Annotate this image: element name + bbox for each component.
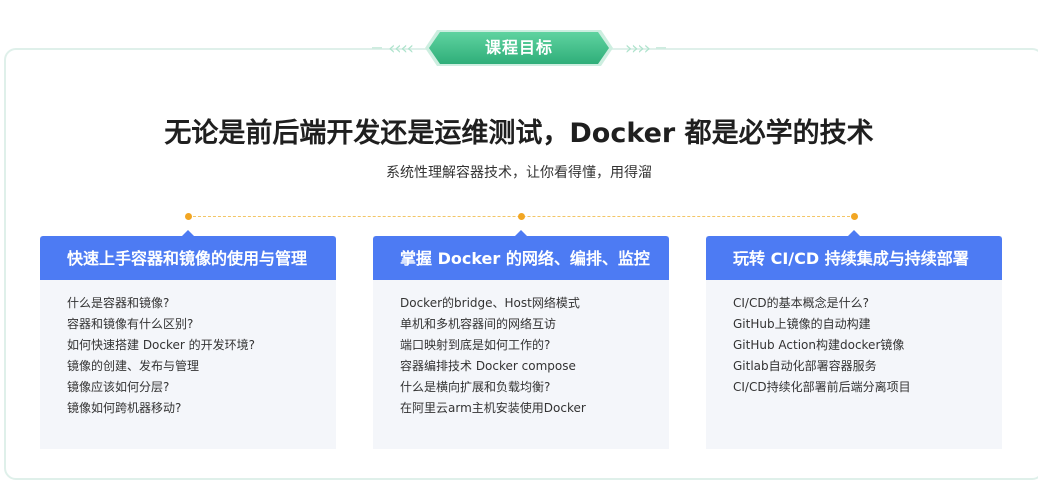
timeline-dot-1	[185, 213, 192, 220]
list-item: CI/CD的基本概念是什么?	[733, 296, 869, 310]
card-header: 掌握 Docker 的网络、编排、监控	[373, 230, 669, 280]
card-topic-list: Docker的bridge、Host网络模式 单机和多机容器间的网络互访 端口映…	[373, 280, 669, 419]
list-item: 镜像的创建、发布与管理	[67, 359, 200, 373]
list-item: 镜像如何跨机器移动?	[67, 401, 182, 415]
card-notch	[182, 230, 194, 236]
list-item: 在阿里云arm主机安装使用Docker	[400, 401, 586, 415]
list-item: GitHub上镜像的自动构建	[733, 317, 871, 331]
timeline-dot-2	[518, 213, 525, 220]
card-header: 玩转 CI/CD 持续集成与持续部署	[706, 230, 1002, 280]
goal-card-2: 掌握 Docker 的网络、编排、监控 Docker的bridge、Host网络…	[373, 230, 669, 449]
list-item: Gitlab自动化部署容器服务	[733, 359, 877, 373]
course-goals-section: ‹‹‹‹ 课程目标 ›››› 无论是前后端开发还是运维测试，Docker 都是必…	[0, 0, 1038, 490]
list-item: 端口映射到底是如何工作的?	[400, 338, 551, 352]
course-goals-badge: 课程目标	[425, 28, 613, 68]
timeline-dot-3	[851, 213, 858, 220]
badge-label: 课程目标	[484, 38, 553, 57]
card-topic-list: CI/CD的基本概念是什么? GitHub上镜像的自动构建 GitHub Act…	[706, 280, 1002, 398]
goal-card-3: 玩转 CI/CD 持续集成与持续部署 CI/CD的基本概念是什么? GitHub…	[706, 230, 1002, 449]
card-title: 快速上手容器和镜像的使用与管理	[67, 249, 308, 268]
list-item: 容器编排技术 Docker compose	[400, 359, 576, 373]
list-item: 镜像应该如何分层?	[67, 380, 170, 394]
list-item: GitHub Action构建docker镜像	[733, 338, 905, 352]
card-title: 玩转 CI/CD 持续集成与持续部署	[733, 249, 969, 268]
list-item: 如何快速搭建 Docker 的开发环境?	[67, 338, 256, 352]
list-item: CI/CD持续化部署前后端分离项目	[733, 380, 911, 394]
card-header: 快速上手容器和镜像的使用与管理	[40, 230, 336, 280]
list-item: 什么是容器和镜像?	[67, 296, 170, 310]
card-title: 掌握 Docker 的网络、编排、监控	[400, 249, 650, 268]
card-notch	[848, 230, 860, 236]
list-item: 单机和多机容器间的网络互访	[400, 317, 557, 331]
card-notch	[515, 230, 527, 236]
list-item: Docker的bridge、Host网络模式	[400, 296, 580, 310]
page-title: 无论是前后端开发还是运维测试，Docker 都是必学的技术	[164, 118, 874, 149]
card-topic-list: 什么是容器和镜像? 容器和镜像有什么区别? 如何快速搭建 Docker 的开发环…	[40, 280, 336, 419]
page-subtitle: 系统性理解容器技术，让你看得懂，用得溜	[386, 165, 652, 181]
list-item: 什么是横向扩展和负载均衡?	[400, 380, 551, 394]
list-item: 容器和镜像有什么区别?	[67, 317, 194, 331]
goal-card-1: 快速上手容器和镜像的使用与管理 什么是容器和镜像? 容器和镜像有什么区别? 如何…	[40, 230, 336, 449]
